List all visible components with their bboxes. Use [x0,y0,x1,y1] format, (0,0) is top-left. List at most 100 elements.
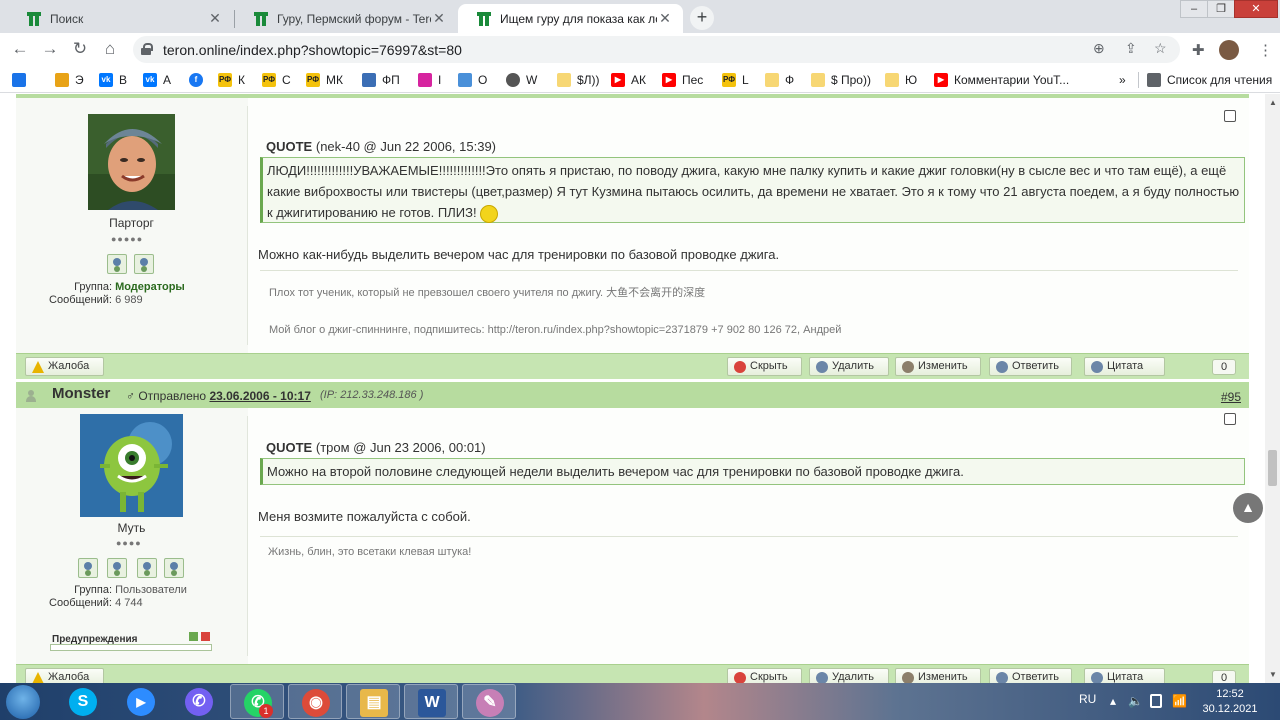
report-button[interactable]: Жалоба [25,357,104,376]
reputation-count[interactable]: 0 [1212,359,1236,375]
reload-button[interactable]: ↻ [69,38,91,60]
reputation-count[interactable]: 0 [1212,670,1236,683]
bookmark-fp[interactable]: ФП [362,71,400,89]
bookmark-l[interactable]: РФ L [722,71,749,89]
start-button[interactable] [6,685,40,719]
close-icon[interactable]: ✕ [657,10,673,27]
zoom-icon[interactable]: ⊕ [1093,40,1105,57]
chrome-icon: ◉ [302,689,330,717]
folder-icon [765,73,779,87]
post-text: Можно как-нибудь выделить вечером час дл… [258,247,780,262]
extensions-icon[interactable]: ✚ [1192,41,1205,59]
warning-increase-icon[interactable] [201,632,210,641]
menu-icon[interactable]: ⋮ [1258,41,1273,59]
bookmark-o[interactable]: О [458,71,487,89]
restore-button[interactable]: ❐ [1207,0,1235,18]
bookmark-mk[interactable]: РФ МК [306,71,343,89]
signature-line-1: Плох тот ученик, который не превзошел св… [269,287,706,299]
scroll-up-icon[interactable]: ▲ [1269,98,1277,107]
taskbar-word[interactable]: W [404,684,458,719]
select-post-checkbox[interactable] [1224,110,1236,122]
tab-search[interactable]: Поиск ✕ [8,4,233,33]
delete-icon [816,672,828,683]
bookmark-pes[interactable]: ▶ Пес [662,71,703,89]
reading-list-button[interactable]: Список для чтения [1147,71,1272,89]
notification-badge: 1 [259,704,273,718]
bookmark-star-icon[interactable]: ☆ [1154,40,1167,57]
bookmark-mail[interactable] [12,71,32,89]
warning-decrease-icon[interactable] [189,632,198,641]
url-text[interactable]: teron.online/index.php?showtopic=76997&s… [163,42,462,58]
minimize-button[interactable]: – [1180,0,1208,18]
more-bookmarks-button[interactable]: » [1119,71,1126,89]
tab-active-topic[interactable]: Ищем гуру для показа как ловят ✕ [458,4,683,33]
address-bar[interactable]: teron.online/index.php?showtopic=76997&s… [133,36,1180,63]
bookmark-folder-sl[interactable]: $Л)) [557,71,600,89]
user-badge-icon [164,558,184,578]
bookmark-folder-yu[interactable]: Ю [885,71,917,89]
bookmark-i[interactable]: I [418,71,441,89]
lock-icon[interactable] [141,43,153,55]
bookmark-v[interactable]: vk В [99,71,127,89]
new-tab-button[interactable]: + [690,6,714,30]
bookmark-k[interactable]: РФ К [218,71,245,89]
bookmark-facebook[interactable]: f [189,71,209,89]
close-icon[interactable]: ✕ [207,10,223,27]
close-icon[interactable]: ✕ [431,10,447,27]
taskbar-skype[interactable]: S [56,684,110,719]
author-name[interactable]: Monster [52,385,110,402]
back-button[interactable]: ← [9,38,31,60]
taskbar-paint[interactable]: ✎ [462,684,516,719]
quote-button[interactable]: Цитата [1084,357,1165,376]
report-button[interactable]: Жалоба [25,668,104,683]
scroll-down-icon[interactable]: ▼ [1269,670,1277,679]
scroll-to-top-button[interactable]: ▲ [1233,493,1263,523]
delete-button[interactable]: Удалить [809,357,889,376]
hide-button[interactable]: Скрыть [727,668,802,683]
rf-icon: РФ [722,73,736,87]
group-value[interactable]: Модераторы [115,281,185,293]
show-hidden-icons[interactable]: ▴ [1110,694,1116,708]
taskbar-zoom[interactable]: ▶ [114,684,168,719]
bookmark-s[interactable]: РФ С [262,71,291,89]
share-icon[interactable]: ⇪ [1125,40,1137,57]
bookmark-a[interactable]: vk А [143,71,171,89]
scrollbar-thumb[interactable] [1268,450,1277,486]
messages-info: Сообщений: 4 744 [49,597,143,609]
profile-avatar[interactable] [1219,40,1239,60]
network-icon[interactable]: 📶 [1172,694,1187,708]
edit-button[interactable]: Изменить [895,357,981,376]
taskbar-explorer[interactable]: ▤ [346,684,400,719]
device-icon[interactable] [1150,694,1162,708]
tab-guru-forum[interactable]: Гуру, Пермский форум - Teron.online ✕ [235,4,457,33]
reply-button[interactable]: Ответить [989,668,1072,683]
taskbar-whatsapp[interactable]: ✆ 1 [230,684,284,719]
volume-icon[interactable]: 🔈 [1128,694,1143,708]
post-number-link[interactable]: #95 [1221,390,1241,404]
window-close-button[interactable]: ✕ [1234,0,1278,18]
edit-button[interactable]: Изменить [895,668,981,683]
post-date-link[interactable]: 23.06.2006 - 10:17 [209,389,310,403]
page-scrollbar[interactable]: ▲ ▼ [1265,94,1280,683]
bookmark-folder-f[interactable]: Ф [765,71,794,89]
forward-button[interactable]: → [39,38,61,60]
system-clock[interactable]: 12:52 30.12.2021 [1200,687,1260,717]
select-post-checkbox[interactable] [1224,413,1236,425]
language-indicator[interactable]: RU [1079,692,1096,706]
quote-button[interactable]: Цитата [1084,668,1165,683]
taskbar-chrome[interactable]: ◉ [288,684,342,719]
edit-icon [902,672,914,683]
signature-line-2[interactable]: Мой блог о джиг-спиннинге, подпишитесь: … [269,324,841,336]
reply-button[interactable]: Ответить [989,357,1072,376]
taskbar-viber[interactable]: ✆ [172,684,226,719]
bookmark-e[interactable]: Э [55,71,84,89]
bookmark-w[interactable]: W [506,71,537,89]
bookmark-youtube-comments[interactable]: ▶ Комментарии YouT... [934,71,1069,89]
bookmark-folder-pro[interactable]: $ Про)) [811,71,871,89]
bookmark-ak[interactable]: ▶ АК [611,71,646,89]
leaf-icon [458,73,472,87]
delete-button[interactable]: Удалить [809,668,889,683]
delete-icon [816,361,828,373]
hide-button[interactable]: Скрыть [727,357,802,376]
home-button[interactable]: ⌂ [99,38,121,60]
